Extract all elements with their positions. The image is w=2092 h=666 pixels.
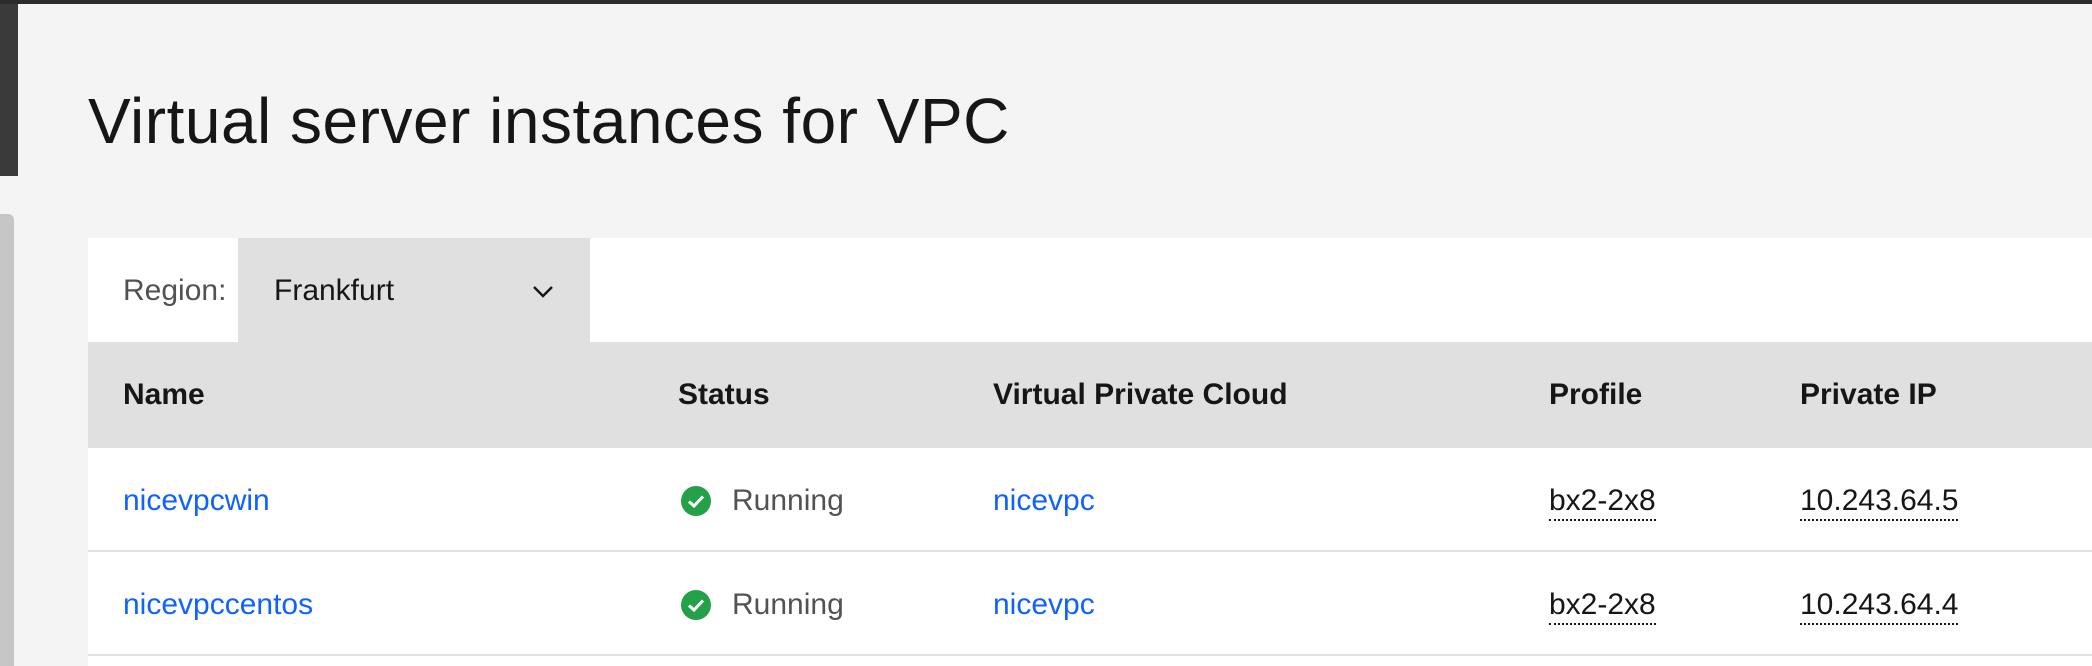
- checkmark-filled-icon: [681, 486, 711, 516]
- table-row: nicevpcwin Running nicevpc bx2-2x8 10.24…: [88, 448, 2092, 552]
- status-text: Running: [732, 484, 844, 517]
- header-private-ip[interactable]: Private IP: [1800, 378, 1937, 412]
- private-ip-value[interactable]: 10.243.64.4: [1800, 588, 1959, 625]
- vpc-link[interactable]: nicevpc: [993, 588, 1095, 622]
- private-ip-value[interactable]: 10.243.64.5: [1800, 484, 1959, 521]
- left-nav-edge: [0, 4, 18, 176]
- header-name[interactable]: Name: [123, 378, 205, 412]
- chevron-down-icon: [533, 286, 553, 298]
- profile-value[interactable]: bx2-2x8: [1549, 484, 1656, 521]
- header-status[interactable]: Status: [678, 378, 770, 412]
- header-profile[interactable]: Profile: [1549, 378, 1642, 412]
- region-dropdown[interactable]: Frankfurt: [238, 238, 590, 342]
- profile-value[interactable]: bx2-2x8: [1549, 588, 1656, 625]
- instances-panel: Region: Frankfurt Name Status Virtual Pr…: [88, 238, 2092, 666]
- instance-name-link[interactable]: nicevpccentos: [123, 588, 313, 622]
- header-vpc[interactable]: Virtual Private Cloud: [993, 378, 1288, 412]
- table-row: nicevpccentos Running nicevpc bx2-2x8 10…: [88, 552, 2092, 656]
- top-bar: [0, 0, 2092, 4]
- region-label: Region:: [123, 274, 227, 307]
- table-header: Name Status Virtual Private Cloud Profil…: [88, 342, 2092, 448]
- left-scrollbar[interactable]: [0, 214, 14, 666]
- page-title: Virtual server instances for VPC: [88, 85, 1010, 157]
- status-text: Running: [732, 588, 844, 621]
- instance-name-link[interactable]: nicevpcwin: [123, 484, 270, 518]
- table-toolbar: Region: Frankfurt: [88, 238, 2092, 342]
- checkmark-filled-icon: [681, 590, 711, 620]
- region-dropdown-value: Frankfurt: [274, 274, 395, 307]
- vpc-link[interactable]: nicevpc: [993, 484, 1095, 518]
